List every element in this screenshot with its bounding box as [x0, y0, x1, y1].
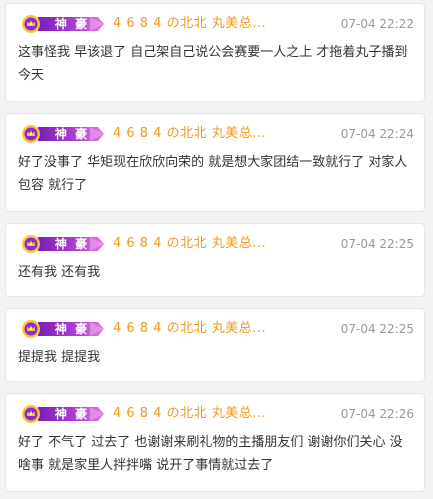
rank-badge: 神 豪	[20, 234, 104, 254]
timestamp: 07-04 22:25	[340, 237, 414, 251]
comment-card: 神 豪 4 6 8 4 の北北 丸美总... 07-04 22:24 好了没事了…	[5, 113, 425, 212]
badge-label: 神 豪	[54, 407, 90, 421]
comment-text: 这事怪我 早该退了 自己架自己说公会赛要一人之上 才拖着丸子播到今天	[18, 45, 408, 83]
username[interactable]: 4 6 8 4 の北北 丸美总...	[113, 320, 266, 338]
comment-card: 神 豪 4 6 8 4 の北北 丸美总... 07-04 22:25 提提我 提…	[5, 308, 425, 382]
comment-header: 神 豪 4 6 8 4 の北北 丸美总... 07-04 22:26	[18, 403, 414, 425]
comment-text: 提提我 提提我	[18, 350, 101, 365]
comment-card: 神 豪 4 6 8 4 の北北 丸美总... 07-04 22:26 好了 不气…	[5, 393, 425, 492]
comment-header: 神 豪 4 6 8 4 の北北 丸美总... 07-04 22:24	[18, 123, 414, 145]
comment-text: 还有我 还有我	[18, 265, 101, 280]
timestamp: 07-04 22:22	[340, 17, 414, 31]
timestamp: 07-04 22:24	[340, 127, 414, 141]
badge-label: 神 豪	[54, 127, 90, 141]
comment-header: 神 豪 4 6 8 4 の北北 丸美总... 07-04 22:25	[18, 318, 414, 340]
comment-text: 好了 不气了 过去了 也谢谢来刷礼物的主播朋友们 谢谢你们关心 没啥事 就是家里…	[18, 435, 403, 473]
comment-header: 神 豪 4 6 8 4 の北北 丸美总... 07-04 22:25	[18, 233, 414, 255]
badge-label: 神 豪	[54, 322, 90, 336]
comment-card: 神 豪 4 6 8 4 の北北 丸美总... 07-04 22:22 这事怪我 …	[5, 3, 425, 102]
comment-text: 好了没事了 华矩现在欣欣向荣的 就是想大家团结一致就行了 对家人包容 就行了	[18, 155, 408, 193]
comment-card: 神 豪 4 6 8 4 の北北 丸美总... 07-04 22:25 还有我 还…	[5, 223, 425, 297]
timestamp: 07-04 22:25	[340, 322, 414, 336]
comment-header: 神 豪 4 6 8 4 の北北 丸美总... 07-04 22:22	[18, 13, 414, 35]
rank-badge: 神 豪	[20, 404, 104, 424]
badge-label: 神 豪	[54, 17, 90, 31]
rank-badge: 神 豪	[20, 124, 104, 144]
comment-feed: 神 豪 4 6 8 4 の北北 丸美总... 07-04 22:22 这事怪我 …	[0, 0, 433, 499]
badge-label: 神 豪	[54, 237, 90, 251]
username[interactable]: 4 6 8 4 の北北 丸美总...	[113, 405, 266, 423]
username[interactable]: 4 6 8 4 の北北 丸美总...	[113, 15, 266, 33]
username[interactable]: 4 6 8 4 の北北 丸美总...	[113, 235, 266, 253]
rank-badge: 神 豪	[20, 319, 104, 339]
username[interactable]: 4 6 8 4 の北北 丸美总...	[113, 125, 266, 143]
timestamp: 07-04 22:26	[340, 407, 414, 421]
rank-badge: 神 豪	[20, 14, 104, 34]
